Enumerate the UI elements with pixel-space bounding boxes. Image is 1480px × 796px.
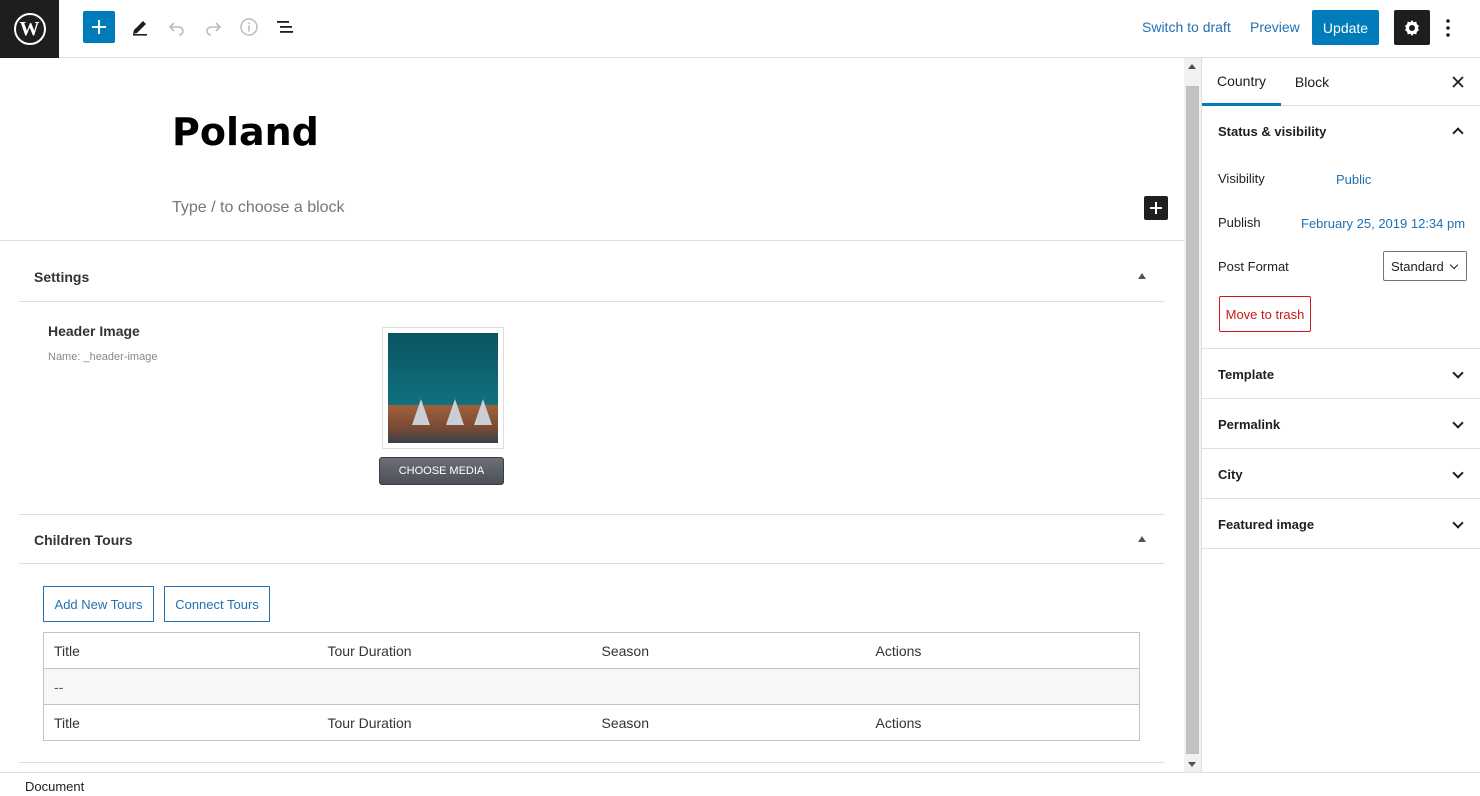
column-footer: Season [601, 714, 649, 731]
choose-media-button[interactable]: CHOOSE MEDIA [379, 457, 504, 485]
column-footer: Tour Duration [327, 714, 412, 731]
settings-sidebar: Country Block Status & visibility Visibi… [1201, 58, 1480, 772]
undo-button[interactable] [161, 11, 193, 43]
scrollbar-thumb[interactable] [1186, 86, 1199, 754]
editor-canvas: Poland Type / to choose a block Settings… [0, 58, 1184, 772]
chevron-down-icon[interactable] [1452, 517, 1464, 529]
visibility-value-button[interactable]: Public [1336, 172, 1371, 187]
block-breadcrumb-bar: Document [0, 772, 1480, 796]
divider [1202, 348, 1480, 349]
block-placeholder[interactable]: Type / to choose a block [172, 199, 345, 217]
post-format-selected: Standard [1391, 258, 1444, 274]
divider [1202, 498, 1480, 499]
children-tours-metabox-header[interactable]: Children Tours [19, 514, 1164, 564]
scroll-up-arrow-icon[interactable] [1188, 64, 1196, 69]
post-format-select[interactable]: Standard [1383, 251, 1467, 281]
chevron-up-icon[interactable] [1452, 127, 1464, 139]
undo-icon [168, 22, 184, 36]
editor-header: W Switch to draft Preview Update [0, 0, 1480, 58]
panel-permalink[interactable]: Permalink [1218, 417, 1280, 432]
editor-scrollbar[interactable] [1184, 58, 1201, 772]
header-image-preview[interactable] [382, 327, 504, 449]
publish-date-button[interactable]: February 25, 2019 12:34 pm [1301, 216, 1465, 231]
chevron-down-icon[interactable] [1452, 417, 1464, 429]
add-new-tours-button[interactable]: Add New Tours [43, 586, 154, 622]
panel-featured-image[interactable]: Featured image [1218, 517, 1314, 532]
publish-label: Publish [1218, 215, 1261, 230]
pencil-icon [133, 21, 147, 36]
column-header: Season [591, 632, 866, 669]
post-format-label: Post Format [1218, 259, 1289, 274]
settings-metabox-header[interactable]: Settings [19, 252, 1164, 302]
chevron-down-icon[interactable] [1452, 367, 1464, 379]
wordpress-logo-icon[interactable]: W [0, 0, 59, 58]
move-to-trash-button[interactable]: Move to trash [1219, 296, 1311, 332]
gear-icon [1405, 19, 1419, 36]
panel-status-visibility[interactable]: Status & visibility [1218, 124, 1326, 139]
close-icon [1452, 76, 1464, 88]
scroll-down-arrow-icon[interactable] [1188, 762, 1196, 767]
empty-cell: -- [43, 668, 318, 705]
panel-template[interactable]: Template [1218, 367, 1274, 382]
plus-icon [1150, 202, 1162, 214]
add-block-button[interactable] [83, 11, 115, 43]
plus-icon [92, 20, 106, 34]
breadcrumb-document[interactable]: Document [25, 779, 84, 794]
table-footer-row: Title Tour Duration Season Actions [44, 705, 1140, 741]
list-view-button[interactable] [269, 11, 301, 43]
connect-tours-button[interactable]: Connect Tours [164, 586, 270, 622]
divider [1202, 398, 1480, 399]
tours-table: Title Tour Duration Season Actions -- Ti… [43, 632, 1140, 741]
metabox-title: Settings [34, 269, 90, 285]
header-image-field-name: Name: _header-image [48, 351, 158, 363]
close-sidebar-button[interactable] [1449, 73, 1467, 91]
chevron-down-icon[interactable] [1452, 467, 1464, 479]
inline-add-block-button[interactable] [1144, 196, 1168, 220]
header-image-thumbnail [388, 333, 498, 443]
more-options-button[interactable] [1438, 12, 1458, 44]
table-header-row: Title Tour Duration Season Actions [43, 632, 1140, 669]
tab-country[interactable]: Country [1202, 58, 1281, 106]
table-row: -- [43, 668, 1140, 705]
chevron-down-icon [1449, 260, 1459, 270]
tools-button[interactable] [124, 11, 156, 43]
list-view-icon [277, 21, 293, 33]
tab-block[interactable]: Block [1281, 58, 1343, 106]
redo-button[interactable] [197, 11, 229, 43]
redo-icon [206, 22, 222, 36]
visibility-label: Visibility [1218, 171, 1265, 186]
collapse-arrow-icon[interactable] [1138, 273, 1146, 279]
divider [1202, 548, 1480, 549]
column-header: Actions [865, 632, 1140, 669]
column-header: Title [43, 632, 318, 669]
column-footer: Actions [875, 714, 922, 731]
switch-to-draft-button[interactable]: Switch to draft [1142, 19, 1231, 35]
info-icon [240, 18, 258, 36]
divider [1202, 448, 1480, 449]
header-image-label: Header Image [48, 323, 140, 339]
metabox-title: Children Tours [34, 532, 133, 548]
details-button[interactable] [233, 11, 265, 43]
post-title[interactable]: Poland [172, 110, 319, 154]
update-button[interactable]: Update [1312, 10, 1379, 45]
column-footer: Title [54, 714, 80, 731]
divider [0, 240, 1184, 241]
settings-toggle-button[interactable] [1394, 10, 1430, 45]
collapse-arrow-icon[interactable] [1138, 536, 1146, 542]
sidebar-tabs: Country Block [1202, 58, 1480, 106]
divider [19, 762, 1164, 763]
column-header: Tour Duration [317, 632, 592, 669]
panel-city[interactable]: City [1218, 467, 1243, 482]
kebab-icon [1446, 19, 1450, 37]
preview-button[interactable]: Preview [1250, 19, 1300, 35]
